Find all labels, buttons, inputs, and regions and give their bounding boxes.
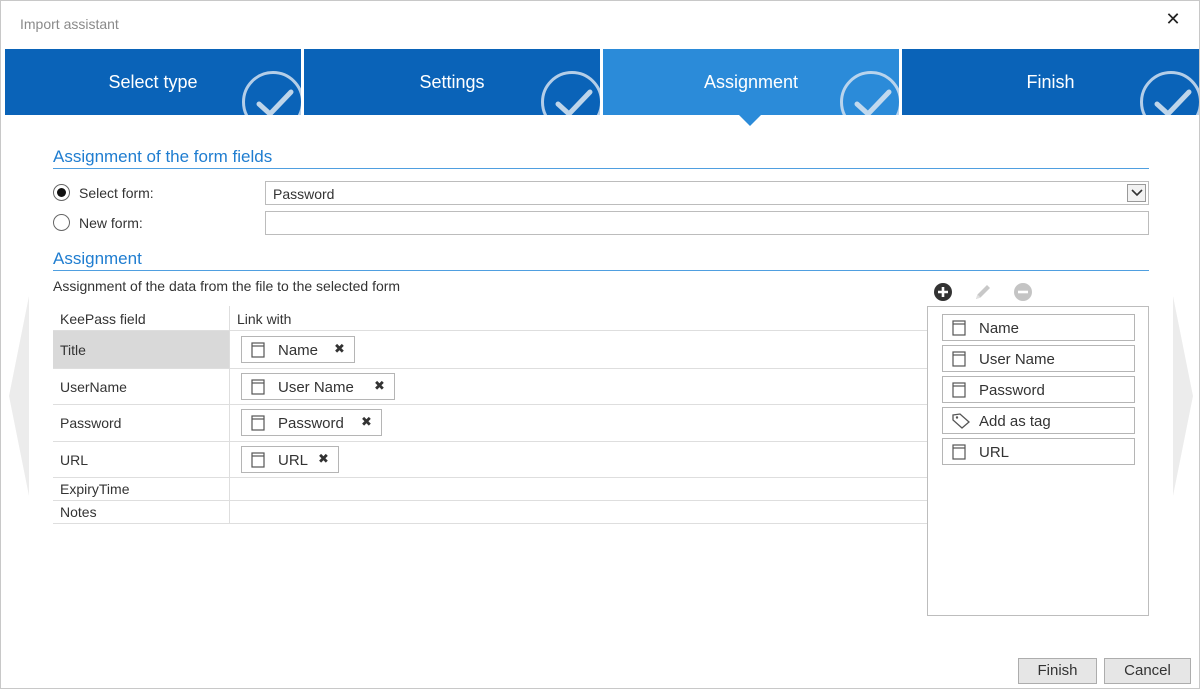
edit-icon[interactable]: [973, 282, 993, 302]
field-name: Notes: [60, 504, 97, 520]
link-chip-name[interactable]: Name ✖: [241, 336, 355, 363]
section-divider: [53, 270, 1149, 271]
step-settings[interactable]: Settings: [304, 49, 600, 115]
remove-icon[interactable]: [1013, 282, 1033, 302]
new-form-input[interactable]: [265, 211, 1149, 235]
add-icon[interactable]: [933, 282, 953, 302]
field-icon: [251, 415, 265, 431]
wizard-steps: Select type Settings Assignment Finish: [5, 49, 1199, 115]
table-row-field-title[interactable]: Title: [53, 331, 229, 368]
step-select-type[interactable]: Select type: [5, 49, 301, 115]
table-row-field-password[interactable]: Password: [53, 405, 229, 441]
chevron-down-icon[interactable]: [1127, 184, 1146, 202]
field-icon: [251, 342, 265, 358]
palette-item-name[interactable]: Name: [942, 314, 1135, 341]
table-row-field-expirytime[interactable]: ExpiryTime: [53, 478, 229, 501]
palette-item-label: Name: [979, 320, 1020, 337]
field-icon: [251, 379, 265, 395]
remove-link-icon[interactable]: ✖: [361, 414, 372, 430]
field-icon: [952, 351, 966, 367]
form-select[interactable]: Password: [265, 181, 1149, 205]
field-name: URL: [60, 452, 89, 468]
link-chip-password[interactable]: Password ✖: [241, 409, 382, 436]
link-chip-user-name[interactable]: User Name ✖: [241, 373, 395, 400]
remove-link-icon[interactable]: ✖: [318, 451, 329, 467]
step-finish[interactable]: Finish: [902, 49, 1199, 115]
palette-item-url[interactable]: URL: [942, 438, 1135, 465]
assignment-section-title: Assignment: [53, 249, 142, 268]
close-icon[interactable]: ✕: [1163, 9, 1183, 29]
remove-link-icon[interactable]: ✖: [374, 378, 385, 394]
link-chip-url[interactable]: URL ✖: [241, 446, 339, 473]
palette-item-label: User Name: [979, 351, 1055, 368]
tag-icon: [952, 413, 970, 429]
assignment-subtitle: Assignment of the data from the file to …: [53, 278, 401, 294]
form-select-value: Password: [273, 186, 335, 202]
cancel-button[interactable]: Cancel: [1104, 658, 1191, 684]
field-name: Title: [60, 342, 86, 358]
new-form-label: New form:: [79, 215, 143, 231]
field-name: ExpiryTime: [60, 481, 130, 497]
chip-label: User Name: [278, 379, 354, 396]
column-divider: [229, 306, 230, 524]
field-icon: [952, 444, 966, 460]
new-form-radio[interactable]: [53, 214, 70, 231]
row-divider: [53, 523, 927, 524]
field-icon: [952, 320, 966, 336]
palette-item-add-as-tag[interactable]: Add as tag: [942, 407, 1135, 434]
import-assistant-dialog: Import assistant ✕ Select type Settings …: [0, 0, 1200, 689]
chip-label: Password: [278, 415, 344, 432]
select-form-option[interactable]: Select form:: [53, 182, 253, 202]
chip-label: Name: [278, 342, 319, 359]
palette-item-user-name[interactable]: User Name: [942, 345, 1135, 372]
select-form-label: Select form:: [79, 185, 154, 201]
palette-item-password[interactable]: Password: [942, 376, 1135, 403]
title-bar: Import assistant ✕: [1, 1, 1199, 49]
field-name: Password: [60, 415, 122, 431]
form-field-palette: Name User Name Password Add as tag URL: [927, 306, 1149, 616]
next-arrow-icon[interactable]: [1171, 296, 1197, 496]
chip-label: URL: [278, 452, 309, 469]
form-fields-section-title: Assignment of the form fields: [53, 147, 273, 166]
step-assignment[interactable]: Assignment: [603, 49, 899, 115]
remove-link-icon[interactable]: ✖: [334, 341, 345, 357]
section-divider: [53, 168, 1149, 169]
field-icon: [251, 452, 265, 468]
active-step-pointer: [739, 115, 761, 126]
column-header-link-with: Link with: [237, 311, 292, 327]
palette-item-label: Password: [979, 382, 1045, 399]
table-row-field-notes[interactable]: Notes: [53, 501, 229, 524]
table-row-field-username[interactable]: UserName: [53, 369, 229, 405]
field-name: UserName: [60, 379, 127, 395]
select-form-radio[interactable]: [53, 184, 70, 201]
previous-arrow-icon[interactable]: [5, 296, 31, 496]
table-row-field-url[interactable]: URL: [53, 442, 229, 478]
field-icon: [952, 382, 966, 398]
window-title: Import assistant: [20, 16, 119, 32]
new-form-option[interactable]: New form:: [53, 212, 253, 232]
finish-button[interactable]: Finish: [1018, 658, 1097, 684]
palette-item-label: Add as tag: [979, 413, 1051, 430]
palette-item-label: URL: [979, 444, 1010, 461]
